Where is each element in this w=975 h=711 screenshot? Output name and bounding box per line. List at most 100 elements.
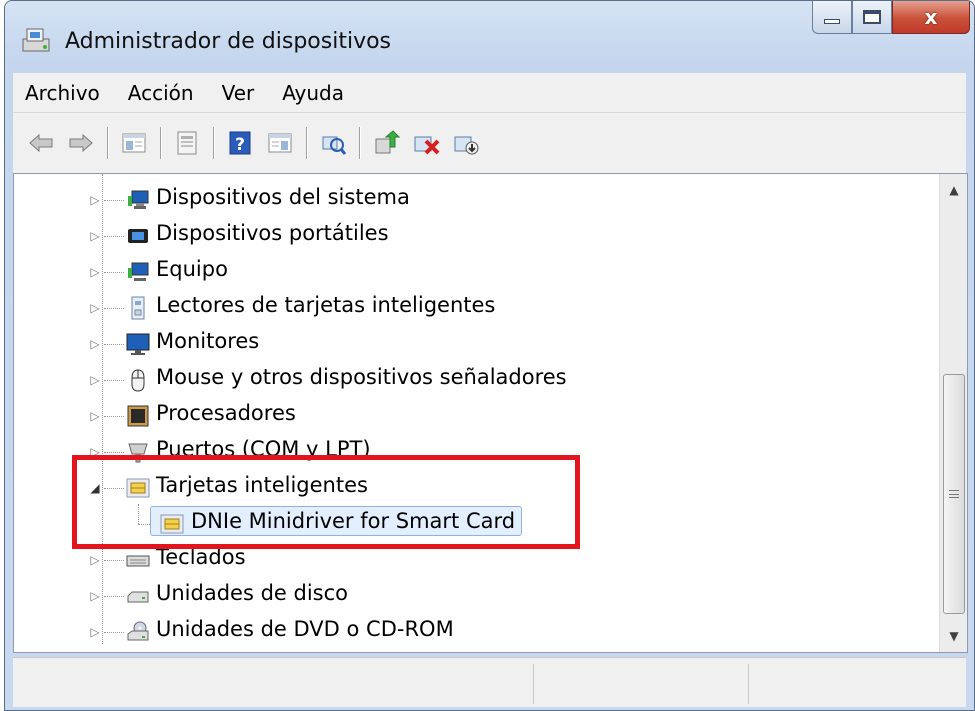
tree-item-label: Teclados [156, 545, 246, 569]
smart-card-icon [126, 476, 150, 500]
minimize-button[interactable] [812, 1, 852, 34]
tree-item-label: Monitores [156, 329, 260, 353]
status-divider [748, 664, 749, 704]
svg-text:?: ? [235, 135, 245, 155]
expand-arrow-icon[interactable]: ▷ [88, 625, 102, 639]
processor-icon [126, 404, 150, 428]
window-title: Administrador de dispositivos [65, 29, 392, 54]
scroll-up-arrow-icon[interactable]: ▲ [940, 176, 968, 204]
tree-guide-line [138, 504, 139, 524]
show-hide-console-tree-icon [122, 133, 146, 153]
menu-ver[interactable]: Ver [210, 81, 271, 105]
tree-connector [104, 200, 124, 201]
menu-accion[interactable]: Acción [116, 81, 210, 105]
help-icon: ? [229, 131, 251, 155]
keyboard-icon [126, 548, 150, 572]
scan-hardware-icon [322, 136, 347, 155]
close-icon: x [924, 4, 938, 29]
mouse-icon [126, 368, 150, 392]
expand-arrow-icon[interactable]: ▷ [88, 589, 102, 603]
expand-arrow-icon[interactable]: ▷ [88, 301, 102, 315]
title-bar[interactable]: Administrador de dispositivos x [5, 1, 974, 81]
show-action-pane-button[interactable] [264, 127, 296, 159]
menu-ayuda[interactable]: Ayuda [270, 81, 360, 105]
port-icon [126, 440, 150, 464]
tree-connector [104, 308, 124, 309]
show-hide-console-tree-button[interactable] [118, 127, 150, 159]
tree-connector [104, 236, 124, 237]
selected-device-label: DNIe Minidriver for Smart Card [150, 506, 523, 536]
collapse-arrow-icon[interactable]: ◢ [88, 481, 102, 495]
tree-connector [104, 452, 124, 453]
tree-connector [104, 416, 124, 417]
expand-arrow-icon[interactable]: ▷ [88, 409, 102, 423]
status-bar [13, 657, 966, 707]
device-tree-pane: ▷ Dispositivos del sistema ▷ Dispositivo… [13, 173, 968, 653]
forward-arrow-icon [69, 133, 93, 153]
tree-connector [104, 344, 124, 345]
disk-drive-icon [126, 584, 150, 608]
back-arrow-icon [29, 133, 53, 153]
tree-item-label: Unidades de disco [156, 581, 349, 605]
expand-arrow-icon[interactable]: ▷ [88, 265, 102, 279]
expand-arrow-icon[interactable]: ▷ [88, 553, 102, 567]
menu-bar: Archivo Acción Ver Ayuda [13, 73, 966, 113]
minimize-icon [824, 19, 840, 24]
toolbar-separator [160, 127, 161, 159]
disable-device-button[interactable] [450, 127, 482, 159]
toolbar: ? [13, 113, 966, 173]
back-button[interactable] [25, 127, 57, 159]
system-devices-icon [126, 188, 150, 212]
toolbar-separator [359, 127, 360, 159]
tree-item-label: Unidades de DVD o CD-ROM [156, 617, 454, 641]
maximize-button[interactable] [852, 1, 892, 34]
properties-icon [177, 131, 197, 155]
device-manager-window: Administrador de dispositivos x Archivo … [4, 0, 975, 711]
caption-buttons: x [812, 1, 970, 36]
tree-connector [104, 596, 124, 597]
tree-connector [104, 272, 124, 273]
tree-item-label: Equipo [156, 257, 228, 281]
toolbar-separator [213, 127, 214, 159]
properties-button[interactable] [171, 127, 203, 159]
tree-item-label: Dispositivos del sistema [156, 185, 410, 209]
vertical-scrollbar[interactable]: ▲ ▼ [939, 174, 967, 652]
grip-icon [949, 490, 959, 498]
help-button[interactable]: ? [224, 127, 256, 159]
dvd-drive-icon [126, 620, 150, 644]
update-driver-button[interactable] [370, 127, 402, 159]
maximize-icon [863, 9, 881, 24]
device-tree: ▷ Dispositivos del sistema ▷ Dispositivo… [14, 174, 940, 652]
monitor-icon [126, 332, 150, 356]
close-button[interactable]: x [892, 1, 970, 34]
show-action-pane-icon [268, 133, 292, 153]
scroll-down-arrow-icon[interactable]: ▼ [940, 622, 968, 650]
tree-item-label: Dispositivos portátiles [156, 221, 389, 245]
device-manager-app-icon [19, 25, 55, 55]
expand-arrow-icon[interactable]: ▷ [88, 193, 102, 207]
menu-archivo[interactable]: Archivo [13, 81, 116, 105]
scrollbar-thumb[interactable] [943, 374, 965, 614]
tree-connector [104, 560, 124, 561]
tree-item-label: Tarjetas inteligentes [156, 473, 368, 497]
tree-guide-line [102, 174, 103, 644]
smart-card-reader-icon [126, 296, 150, 320]
scan-hardware-button[interactable] [317, 127, 349, 159]
expand-arrow-icon[interactable]: ▷ [88, 337, 102, 351]
expand-arrow-icon[interactable]: ▷ [88, 229, 102, 243]
tree-item-label: Puertos (COM y LPT) [156, 437, 371, 461]
uninstall-button[interactable] [410, 127, 442, 159]
uninstall-icon [414, 136, 440, 155]
toolbar-separator [306, 127, 307, 159]
expand-arrow-icon[interactable]: ▷ [88, 445, 102, 459]
forward-button[interactable] [65, 127, 97, 159]
expand-arrow-icon[interactable]: ▷ [88, 373, 102, 387]
tree-connector [104, 632, 124, 633]
tree-item-label: Procesadores [156, 401, 296, 425]
update-driver-icon [375, 130, 400, 154]
status-divider [533, 664, 534, 704]
tree-connector [104, 488, 124, 489]
toolbar-separator [107, 127, 108, 159]
tree-connector [104, 380, 124, 381]
tree-item-label: Lectores de tarjetas inteligentes [156, 293, 496, 317]
